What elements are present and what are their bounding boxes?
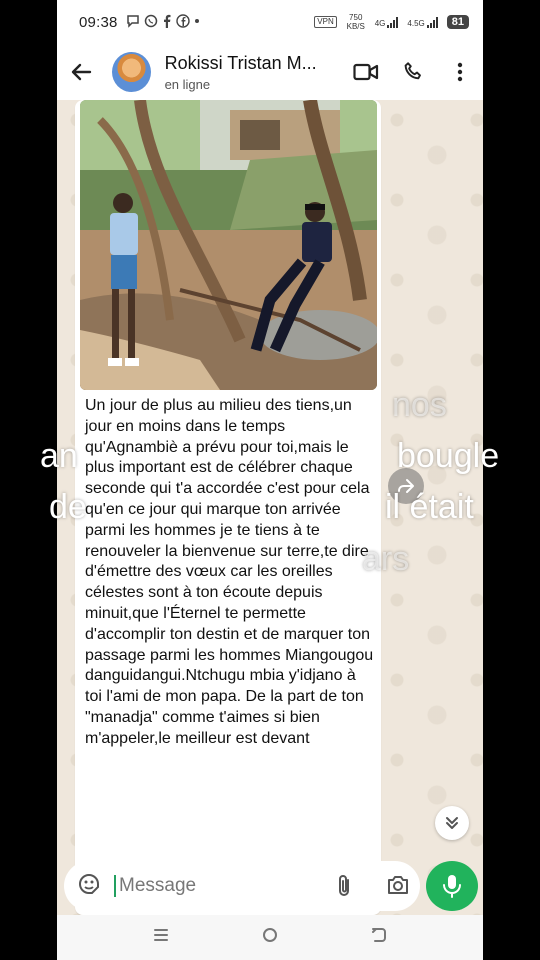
status-time: 09:38 xyxy=(79,13,118,31)
arrow-left-icon xyxy=(72,63,92,81)
message-photo[interactable] xyxy=(80,100,377,390)
battery-indicator: 81 xyxy=(446,15,469,29)
signal-4g: 4G xyxy=(375,16,400,28)
status-right: VPN 750 KB/S 4G 4.5G 81 xyxy=(314,13,469,31)
photo-image xyxy=(80,100,377,390)
voice-message-button[interactable] xyxy=(426,861,478,911)
voice-call-button[interactable] xyxy=(390,44,437,100)
contact-info[interactable]: Rokissi Tristan M... en ligne xyxy=(165,53,335,92)
vpn-badge: VPN xyxy=(314,16,337,28)
whatsapp-icon xyxy=(144,14,158,31)
message-composer[interactable] xyxy=(64,861,420,911)
paperclip-icon xyxy=(339,875,349,896)
back-nav-button[interactable] xyxy=(370,926,388,949)
system-navigation-bar xyxy=(57,915,483,960)
back-button[interactable] xyxy=(57,44,106,100)
contact-status: en ligne xyxy=(164,76,211,92)
input-bar xyxy=(57,855,483,915)
status-bar: 09:38 VPN 750 KB/S 4G 4.5G 81 xyxy=(57,0,483,44)
signal-bars-icon xyxy=(426,16,438,28)
facebook-icon xyxy=(175,13,190,31)
recent-apps-button[interactable] xyxy=(152,926,170,949)
circle-home-icon xyxy=(262,928,277,942)
camera-button[interactable] xyxy=(386,874,410,901)
chat-bubble-icon xyxy=(126,14,140,31)
sticker-icon xyxy=(78,873,99,894)
network-speed: 750 KB/S xyxy=(346,13,365,31)
back-curve-icon xyxy=(371,928,386,942)
message-input[interactable] xyxy=(114,875,304,897)
chat-area[interactable]: Un jour de plus au milieu des tiens,un j… xyxy=(57,100,483,915)
forward-button[interactable] xyxy=(388,468,424,504)
facebook-icon xyxy=(162,14,172,31)
microphone-icon xyxy=(443,875,461,898)
message-bubble[interactable]: Un jour de plus au milieu des tiens,un j… xyxy=(75,100,381,915)
double-chevron-down-icon xyxy=(446,817,458,829)
signal-bars-icon xyxy=(387,16,399,28)
menu-lines-icon xyxy=(154,929,169,941)
camera-icon xyxy=(388,876,408,894)
menu-button[interactable] xyxy=(436,44,483,100)
contact-avatar[interactable] xyxy=(111,52,151,92)
contact-name: Rokissi Tristan M... xyxy=(164,52,317,73)
more-vertical-icon xyxy=(457,62,462,82)
video-call-button[interactable] xyxy=(343,44,390,100)
signal-45g: 4.5G xyxy=(407,16,438,28)
phone-icon xyxy=(404,62,421,80)
forward-icon xyxy=(398,479,414,493)
video-camera-icon xyxy=(353,63,379,81)
phone-screen: 09:38 VPN 750 KB/S 4G 4.5G 81 Rokissi Tr… xyxy=(57,0,483,960)
dot-icon xyxy=(194,14,200,31)
notification-icons xyxy=(126,13,200,31)
home-button[interactable] xyxy=(261,926,279,949)
message-text: Un jour de plus au milieu des tiens,un j… xyxy=(85,397,378,747)
attach-button[interactable] xyxy=(334,874,354,903)
chat-header: Rokissi Tristan M... en ligne xyxy=(57,44,483,100)
scroll-down-button[interactable] xyxy=(435,806,469,840)
emoji-button[interactable] xyxy=(76,871,102,902)
